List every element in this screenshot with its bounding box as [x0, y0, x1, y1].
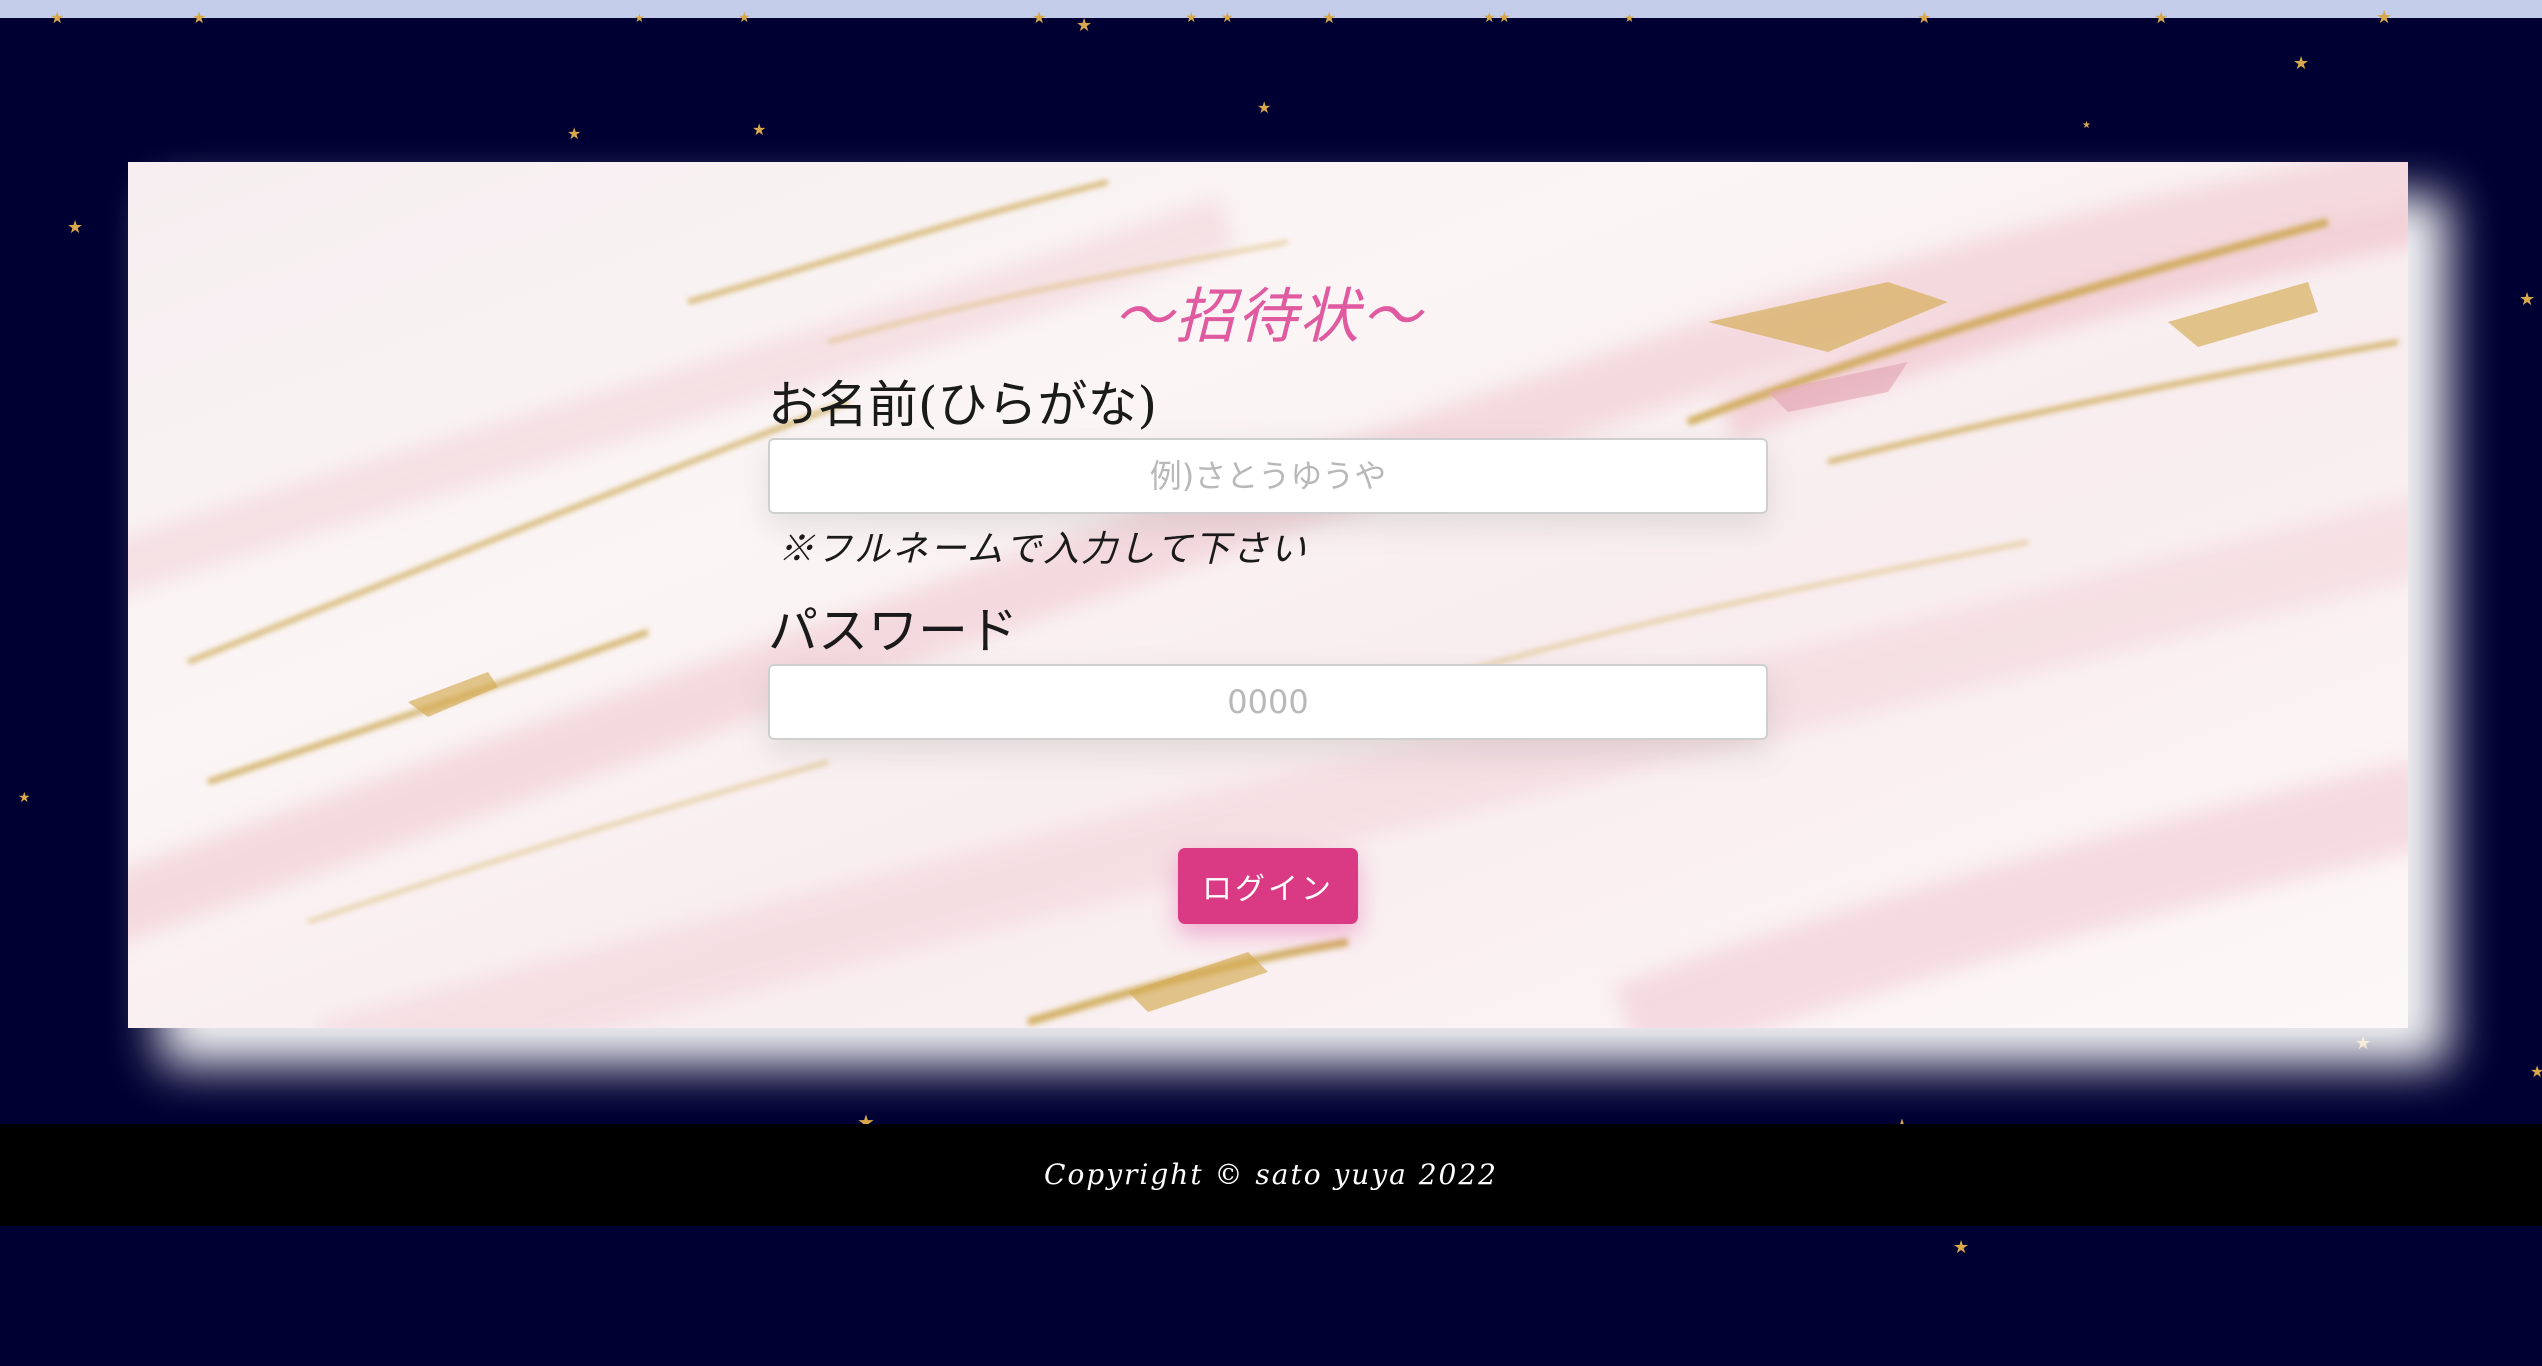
star-icon: ★: [2293, 53, 2310, 74]
star-icon: ★: [1953, 1237, 1970, 1258]
star-icon: ★: [567, 124, 582, 143]
top-strip: [0, 0, 2542, 18]
login-button[interactable]: ログイン: [1178, 848, 1358, 924]
login-form: お名前(ひらがな) ※フルネームで入力して下さい パスワード: [768, 372, 1768, 740]
star-icon: ★: [752, 120, 767, 139]
star-icon: ★: [1076, 15, 1093, 36]
copyright-text: Copyright © sato yuya 2022: [1044, 1158, 1498, 1191]
star-icon: ★: [2530, 1062, 2542, 1081]
star-icon: ★: [67, 217, 84, 238]
page: ★★★★★★★★★★★★★★★★★★★★★★★★★★★★★★★★★★★★★★★★…: [0, 0, 2542, 1366]
password-input[interactable]: [768, 664, 1768, 740]
footer: Copyright © sato yuya 2022: [0, 1124, 2542, 1226]
star-icon: ★: [2519, 289, 2536, 310]
name-label: お名前(ひらがな): [768, 376, 1158, 434]
name-input[interactable]: [768, 438, 1768, 514]
password-label: パスワード: [768, 602, 1018, 660]
name-note: ※フルネームで入力して下さい: [778, 529, 1308, 570]
invitation-title: ～招待状～: [1113, 282, 1423, 352]
invitation-card: ～招待状～ お名前(ひらがな) ※フルネームで入力して下さい パスワード ログイ…: [128, 162, 2408, 1028]
star-icon: ★: [18, 790, 31, 806]
star-icon: ★: [1257, 98, 1272, 117]
star-icon: ★: [2082, 120, 2091, 131]
